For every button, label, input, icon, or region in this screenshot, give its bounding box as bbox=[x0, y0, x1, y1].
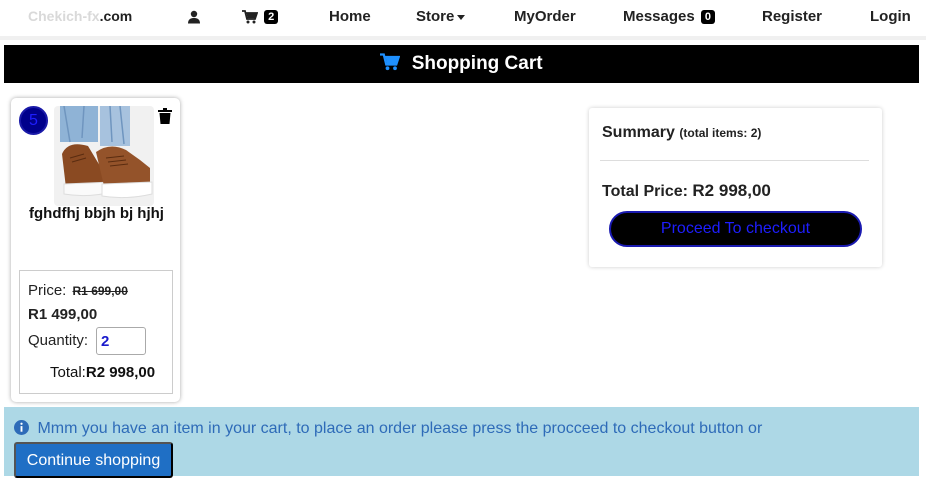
nav-store[interactable]: Store bbox=[416, 0, 466, 36]
nav-myorder[interactable]: MyOrder bbox=[514, 0, 576, 36]
total-items-count: (total items: 2) bbox=[679, 126, 762, 140]
total-price-label: Total Price: bbox=[602, 183, 688, 200]
cart-product-card: 5 fghdfhj bbjh bj hjhj Price: R1 699,00 … bbox=[11, 98, 180, 402]
info-icon bbox=[14, 420, 37, 437]
nav-home[interactable]: Home bbox=[329, 0, 371, 36]
quantity-label: Quantity: bbox=[28, 332, 89, 349]
price-row: Price: R1 699,00 bbox=[28, 282, 128, 299]
trash-icon bbox=[158, 108, 172, 128]
nav-login[interactable]: Login bbox=[870, 0, 911, 36]
nav-messages[interactable]: Messages 0 bbox=[623, 0, 716, 36]
shopping-cart-header: Shopping Cart bbox=[4, 45, 919, 83]
old-price: R1 699,00 bbox=[72, 284, 128, 298]
messages-count-badge: 0 bbox=[700, 10, 716, 25]
quantity-input[interactable] bbox=[96, 327, 146, 355]
info-message: Mmm you have an item in your cart, to pl… bbox=[14, 420, 762, 438]
item-total-value: R2 998,00 bbox=[85, 364, 156, 381]
summary-title: Summary (total items: 2) bbox=[602, 124, 762, 141]
cart-link[interactable]: 2 bbox=[242, 0, 279, 36]
top-navbar: Chekich-fx.com 2 Home Store MyOrder Mess… bbox=[0, 0, 926, 36]
cart-icon bbox=[380, 53, 411, 74]
cart-icon bbox=[242, 8, 262, 25]
brand-domain: .com bbox=[99, 8, 133, 24]
order-summary-card: Summary (total items: 2) Total Price: R2… bbox=[589, 108, 882, 267]
user-link[interactable] bbox=[187, 0, 201, 36]
summary-total-price: Total Price: R2 998,00 bbox=[602, 181, 771, 201]
sneaker-image[interactable] bbox=[54, 106, 154, 206]
product-name[interactable]: fghdfhj bbjh bj hjhj bbox=[23, 206, 170, 222]
cart-count-badge: 2 bbox=[264, 10, 279, 25]
brand-logo[interactable]: Chekich-fx.com bbox=[28, 0, 132, 36]
continue-shopping-button[interactable]: Continue shopping bbox=[14, 442, 173, 478]
proceed-to-checkout-button[interactable]: Proceed To checkout bbox=[609, 211, 862, 247]
nav-register[interactable]: Register bbox=[762, 0, 822, 36]
price-details-box: Price: R1 699,00 R1 499,00 Quantity: Tot… bbox=[19, 270, 173, 394]
nav-store-label: Store bbox=[416, 8, 455, 25]
total-price-value: R2 998,00 bbox=[692, 181, 771, 200]
user-icon bbox=[187, 8, 201, 25]
total-label: Total: bbox=[50, 364, 86, 381]
price-label: Price: bbox=[28, 282, 67, 299]
quantity-badge: 5 bbox=[19, 106, 48, 135]
delete-item-button[interactable] bbox=[158, 108, 172, 129]
navbar-divider bbox=[0, 36, 926, 40]
new-price: R1 499,00 bbox=[28, 306, 98, 323]
caret-down-icon bbox=[457, 14, 466, 20]
page-title: Shopping Cart bbox=[411, 53, 543, 74]
brand-name: Chekich-fx bbox=[28, 8, 100, 24]
summary-divider bbox=[600, 160, 869, 161]
item-total-row: Total:R2 998,00 bbox=[50, 364, 155, 381]
info-alert: Mmm you have an item in your cart, to pl… bbox=[4, 407, 919, 478]
nav-messages-label: Messages bbox=[623, 8, 695, 25]
